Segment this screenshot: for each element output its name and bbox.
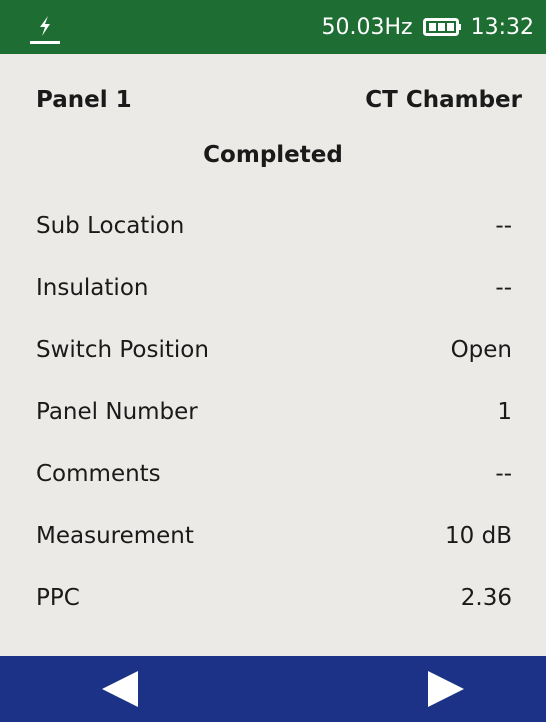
location-title: Panel 1	[36, 87, 132, 113]
field-value: --	[495, 213, 512, 239]
field-label: Sub Location	[36, 213, 185, 239]
field-label: Insulation	[36, 275, 149, 301]
next-button[interactable]	[386, 656, 506, 722]
field-value: 10 dB	[445, 523, 512, 549]
battery-icon	[422, 18, 461, 36]
field-label: Comments	[36, 461, 161, 487]
header-row: Panel 1 CT Chamber	[36, 82, 522, 118]
field-value: --	[495, 275, 512, 301]
nav-bar	[0, 656, 546, 722]
result-screen: 50.03Hz 13:32 Panel 1 CT Chamber Complet…	[0, 0, 546, 722]
field-label: Switch Position	[36, 337, 209, 363]
field-value: --	[495, 461, 512, 487]
field-row-comments: Comments --	[36, 443, 512, 505]
field-row-panel-number: Panel Number 1	[36, 381, 512, 443]
previous-button[interactable]	[60, 656, 180, 722]
field-label: Measurement	[36, 523, 194, 549]
status-right: 50.03Hz 13:32	[322, 0, 534, 54]
status-bar: 50.03Hz 13:32	[0, 0, 546, 54]
frequency-readout: 50.03Hz	[321, 14, 413, 40]
flash-icon[interactable]	[30, 10, 60, 44]
field-row-measurement: Measurement 10 dB	[36, 505, 512, 567]
field-row-switch-position: Switch Position Open	[36, 319, 512, 381]
field-value: 2.36	[460, 585, 512, 611]
equipment-title: CT Chamber	[365, 87, 522, 113]
test-status: Completed	[203, 142, 343, 168]
field-row-insulation: Insulation --	[36, 257, 512, 319]
field-value: 1	[497, 399, 512, 425]
field-value: Open	[450, 337, 512, 363]
clock: 13:32	[470, 14, 534, 40]
field-row-sub-location: Sub Location --	[36, 195, 512, 257]
field-row-ppc: PPC 2.36	[36, 567, 512, 629]
triangle-left-icon	[102, 671, 138, 707]
field-label: Panel Number	[36, 399, 198, 425]
field-list: Sub Location -- Insulation -- Switch Pos…	[36, 195, 512, 629]
triangle-right-icon	[428, 671, 464, 707]
field-label: PPC	[36, 585, 80, 611]
